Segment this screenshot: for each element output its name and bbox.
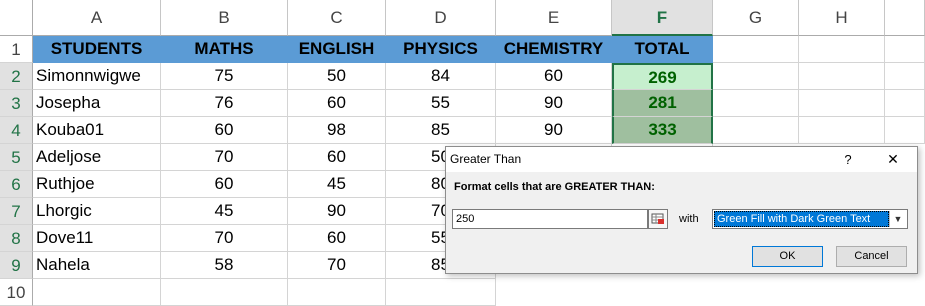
cell-empty[interactable] xyxy=(713,90,799,117)
chevron-down-icon[interactable]: ▼ xyxy=(889,211,906,227)
cell-maths[interactable]: 75 xyxy=(161,63,288,90)
cell-empty[interactable] xyxy=(885,63,925,90)
cell-student[interactable]: Simonnwigwe xyxy=(33,63,161,90)
cell-student[interactable]: Adeljose xyxy=(33,144,161,171)
cell-student[interactable]: Josepha xyxy=(33,90,161,117)
cell-total[interactable]: 333 xyxy=(612,117,713,144)
with-label: with xyxy=(679,213,699,225)
select-all-corner[interactable] xyxy=(0,0,33,36)
row-header[interactable]: 3 xyxy=(0,90,33,117)
row-header[interactable]: 8 xyxy=(0,225,33,252)
cell-empty[interactable] xyxy=(161,279,288,306)
header-english[interactable]: ENGLISH xyxy=(288,36,386,63)
cell-empty[interactable] xyxy=(288,279,386,306)
cell-english[interactable]: 70 xyxy=(288,252,386,279)
greater-than-dialog: Greater Than ? ✕ Format cells that are G… xyxy=(445,146,918,274)
cell-student[interactable]: Dove11 xyxy=(33,225,161,252)
column-header-b[interactable]: B xyxy=(161,0,288,36)
help-button[interactable]: ? xyxy=(833,147,863,172)
cell-empty[interactable] xyxy=(713,63,799,90)
cell-english[interactable]: 50 xyxy=(288,63,386,90)
cell-empty[interactable] xyxy=(386,279,496,306)
cell-student[interactable]: Lhorgic xyxy=(33,198,161,225)
cell-student[interactable]: Ruthjoe xyxy=(33,171,161,198)
threshold-value-input[interactable]: 250 xyxy=(452,209,648,229)
row-header[interactable]: 10 xyxy=(0,279,33,306)
cell-physics[interactable]: 84 xyxy=(386,63,496,90)
format-select-value: Green Fill with Dark Green Text xyxy=(714,211,889,227)
cell-english[interactable]: 60 xyxy=(288,225,386,252)
column-header-h[interactable]: H xyxy=(799,0,885,36)
cell-chemistry[interactable]: 90 xyxy=(496,90,612,117)
cell-english[interactable]: 45 xyxy=(288,171,386,198)
header-students[interactable]: STUDENTS xyxy=(33,36,161,63)
cell-empty[interactable] xyxy=(799,117,885,144)
range-selector-button[interactable] xyxy=(648,209,668,229)
cell-empty[interactable] xyxy=(799,63,885,90)
cell-maths[interactable]: 45 xyxy=(161,198,288,225)
cell-chemistry[interactable]: 90 xyxy=(496,117,612,144)
cell-maths[interactable]: 60 xyxy=(161,171,288,198)
cell-total[interactable]: 281 xyxy=(612,90,713,117)
cell-maths[interactable]: 60 xyxy=(161,117,288,144)
cell-english[interactable]: 98 xyxy=(288,117,386,144)
column-header-g[interactable]: G xyxy=(713,0,799,36)
cell-english[interactable]: 60 xyxy=(288,144,386,171)
cell-empty[interactable] xyxy=(885,90,925,117)
close-button[interactable]: ✕ xyxy=(878,147,908,172)
dialog-prompt: Format cells that are GREATER THAN: xyxy=(454,181,655,193)
row-header[interactable]: 2 xyxy=(0,63,33,90)
range-selector-icon xyxy=(651,213,664,224)
cell-i1[interactable] xyxy=(885,36,925,63)
cell-english[interactable]: 90 xyxy=(288,198,386,225)
cell-student[interactable]: Kouba01 xyxy=(33,117,161,144)
cell-empty[interactable] xyxy=(33,279,161,306)
cell-h1[interactable] xyxy=(799,36,885,63)
row-header[interactable]: 5 xyxy=(0,144,33,171)
row-header[interactable]: 9 xyxy=(0,252,33,279)
cell-english[interactable]: 60 xyxy=(288,90,386,117)
ok-button[interactable]: OK xyxy=(752,246,823,267)
column-header-blank xyxy=(885,0,925,36)
row-header[interactable]: 7 xyxy=(0,198,33,225)
header-physics[interactable]: PHYSICS xyxy=(386,36,496,63)
cell-maths[interactable]: 70 xyxy=(161,144,288,171)
column-header-e[interactable]: E xyxy=(496,0,612,36)
cell-maths[interactable]: 76 xyxy=(161,90,288,117)
cell-physics[interactable]: 85 xyxy=(386,117,496,144)
row-header[interactable]: 4 xyxy=(0,117,33,144)
cell-g1[interactable] xyxy=(713,36,799,63)
column-header-a[interactable]: A xyxy=(33,0,161,36)
cell-student[interactable]: Nahela xyxy=(33,252,161,279)
cell-maths[interactable]: 70 xyxy=(161,225,288,252)
format-select[interactable]: Green Fill with Dark Green Text ▼ xyxy=(712,209,908,229)
header-maths[interactable]: MATHS xyxy=(161,36,288,63)
header-total[interactable]: TOTAL xyxy=(612,36,713,63)
cell-empty[interactable] xyxy=(799,90,885,117)
cell-physics[interactable]: 55 xyxy=(386,90,496,117)
cell-maths[interactable]: 58 xyxy=(161,252,288,279)
cancel-button[interactable]: Cancel xyxy=(836,246,907,267)
cell-empty[interactable] xyxy=(885,117,925,144)
cell-total[interactable]: 269 xyxy=(612,63,713,90)
cell-empty[interactable] xyxy=(713,117,799,144)
cell-chemistry[interactable]: 60 xyxy=(496,63,612,90)
row-header[interactable]: 1 xyxy=(0,36,33,63)
header-chemistry[interactable]: CHEMISTRY xyxy=(496,36,612,63)
column-header-f[interactable]: F xyxy=(612,0,713,36)
column-header-d[interactable]: D xyxy=(386,0,496,36)
row-header[interactable]: 6 xyxy=(0,171,33,198)
column-header-c[interactable]: C xyxy=(288,0,386,36)
